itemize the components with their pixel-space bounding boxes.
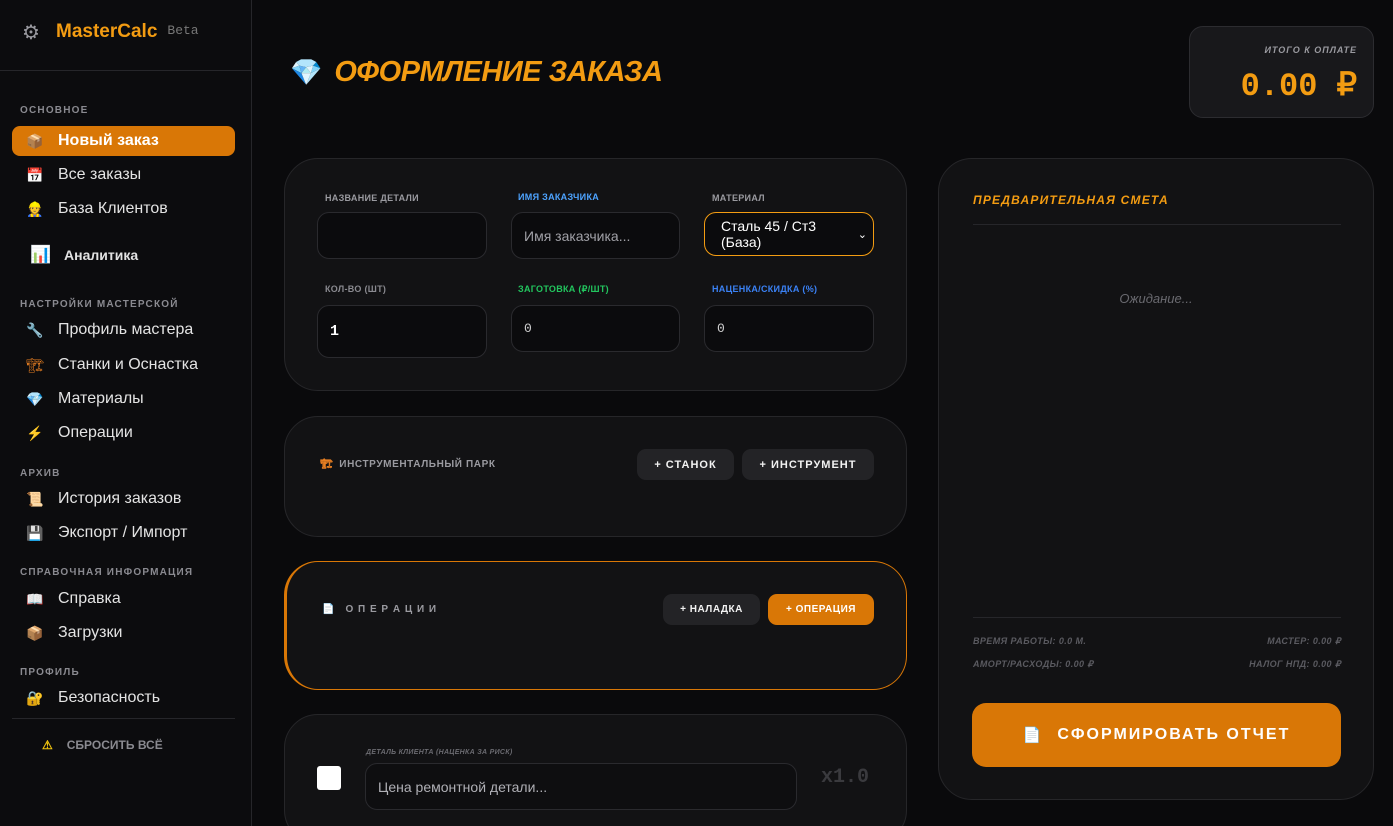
section-basic: ОСНОВНОЕ — [20, 105, 89, 116]
app-name: MasterCalc — [56, 21, 158, 42]
lightning-icon: ⚡ — [26, 424, 44, 441]
total-value: 0.00 ₽ — [1240, 68, 1357, 105]
customer-name-input[interactable]: Имя заказчика... — [511, 212, 680, 259]
add-operation-button[interactable]: + ОПЕРАЦИЯ — [768, 594, 874, 625]
warning-icon: ⚠ — [42, 738, 53, 752]
gem-icon: 💎 — [290, 57, 323, 87]
chevron-down-icon: ⌄ — [857, 228, 867, 241]
sidebar-item-help[interactable]: 📖 Справка — [12, 584, 235, 614]
blank-label: ЗАГОТОВКА (₽/ШТ) — [518, 284, 609, 294]
section-reference: СПРАВОЧНАЯ ИНФОРМАЦИЯ — [20, 567, 194, 578]
master-stat: МАСТЕР: 0.00 ₽ — [1267, 636, 1341, 646]
tax-stat: НАЛОГ НПД: 0.00 ₽ — [1249, 659, 1341, 669]
gem-icon: 💎 — [26, 390, 44, 407]
sidebar-item-operations[interactable]: ⚡ Операции — [12, 418, 235, 448]
person-icon: 👷 — [26, 200, 44, 217]
total-label: ИТОГО К ОПЛАТЕ — [1264, 45, 1357, 55]
material-label: МАТЕРИАЛ — [712, 193, 765, 203]
machine-icon: 🏗 — [26, 356, 44, 373]
sidebar-item-export-import[interactable]: 💾 Экспорт / Импорт — [12, 518, 235, 548]
calendar-icon: 📅 — [26, 166, 44, 183]
generate-report-button[interactable]: 📄 СФОРМИРОВАТЬ ОТЧЕТ — [972, 703, 1341, 767]
client-part-label: ДЕТАЛЬ КЛИЕНТА (НАЦЕНКА ЗА РИСК) — [366, 749, 513, 756]
sidebar-item-analytics[interactable]: 📊 Аналитика — [12, 240, 235, 270]
add-setup-button[interactable]: + НАЛАДКА — [663, 594, 760, 625]
beta-badge: Beta — [167, 22, 199, 38]
operations-title: 📄 О П Е Р А Ц И И — [322, 604, 438, 615]
repair-part-price-input[interactable]: Цена ремонтной детали... — [365, 763, 797, 810]
qty-label: КОЛ-ВО (ШТ) — [325, 284, 387, 294]
box-icon: 📦 — [26, 624, 44, 641]
sidebar-item-materials[interactable]: 💎 Материалы — [12, 384, 235, 414]
section-archive: АРХИВ — [20, 468, 61, 479]
divider — [12, 718, 235, 719]
machine-icon: 🏗 — [320, 459, 334, 470]
estimate-title: ПРЕДВАРИТЕЛЬНАЯ СМЕТА — [973, 193, 1169, 207]
client-part-checkbox[interactable] — [317, 766, 341, 790]
sidebar-item-security[interactable]: 🔐 Безопасность — [12, 683, 235, 713]
part-name-input[interactable] — [317, 212, 487, 259]
sidebar-item-master-profile[interactable]: 🔧 Профиль мастера — [12, 315, 235, 345]
book-icon: 📖 — [26, 590, 44, 607]
section-profile: ПРОФИЛЬ — [20, 667, 80, 678]
scroll-icon: 📜 — [26, 490, 44, 507]
section-workshop: НАСТРОЙКИ МАСТЕРСКОЙ — [20, 299, 179, 310]
customer-label: ИМЯ ЗАКАЗЧИКА — [518, 192, 600, 202]
work-time-stat: ВРЕМЯ РАБОТЫ: 0.0 М. — [973, 636, 1087, 646]
sidebar-item-clients[interactable]: 👷 База Клиентов — [12, 194, 235, 224]
divider — [0, 70, 251, 71]
estimate-waiting: Ожидание... — [1119, 291, 1193, 306]
page-title: 💎 ОФОРМЛЕНИЕ ЗАКАЗА — [290, 56, 663, 88]
add-machine-button[interactable]: + СТАНОК — [637, 449, 734, 480]
blank-price-input[interactable]: 0 — [511, 305, 680, 352]
part-name-label: НАЗВАНИЕ ДЕТАЛИ — [325, 193, 419, 203]
lock-icon: 🔐 — [26, 689, 44, 706]
wrench-icon: 🔧 — [26, 321, 44, 338]
floppy-icon: 💾 — [26, 524, 44, 541]
reset-all-button[interactable]: ⚠ СБРОСИТЬ ВСЁ — [42, 738, 163, 752]
divider — [973, 224, 1341, 225]
sidebar: ⚙ MasterCalc Beta ОСНОВНОЕ 📦 Новый заказ… — [0, 0, 252, 826]
markup-input[interactable]: 0 — [704, 305, 874, 352]
amort-stat: АМОРТ/РАСХОДЫ: 0.00 ₽ — [973, 659, 1094, 669]
operations-card — [284, 561, 907, 690]
sidebar-item-downloads[interactable]: 📦 Загрузки — [12, 618, 235, 648]
sidebar-item-history[interactable]: 📜 История заказов — [12, 484, 235, 514]
tools-title: 🏗 ИНСТРУМЕНТАЛЬНЫЙ ПАРК — [320, 459, 496, 470]
package-icon: 📦 — [26, 132, 44, 149]
brand[interactable]: ⚙ MasterCalc Beta — [22, 20, 199, 44]
divider — [973, 617, 1341, 618]
sidebar-item-all-orders[interactable]: 📅 Все заказы — [12, 160, 235, 190]
estimate-card: ПРЕДВАРИТЕЛЬНАЯ СМЕТА Ожидание... ВРЕМЯ … — [938, 158, 1374, 800]
chart-icon: 📊 — [30, 245, 52, 264]
document-icon: 📄 — [1022, 727, 1044, 744]
document-icon: 📄 — [322, 604, 336, 615]
gear-icon: ⚙ — [22, 21, 40, 44]
total-box: ИТОГО К ОПЛАТЕ 0.00 ₽ — [1189, 26, 1374, 118]
markup-label: НАЦЕНКА/СКИДКА (%) — [712, 284, 818, 294]
qty-input[interactable]: 1 — [317, 305, 487, 358]
material-select[interactable]: Сталь 45 / Ст3 (База) ⌄ — [704, 212, 874, 256]
sidebar-item-new-order[interactable]: 📦 Новый заказ — [12, 126, 235, 156]
add-tool-button[interactable]: + ИНСТРУМЕНТ — [742, 449, 874, 480]
multiplier: x1.0 — [821, 766, 870, 789]
sidebar-item-machines[interactable]: 🏗 Станки и Оснастка — [12, 350, 235, 380]
